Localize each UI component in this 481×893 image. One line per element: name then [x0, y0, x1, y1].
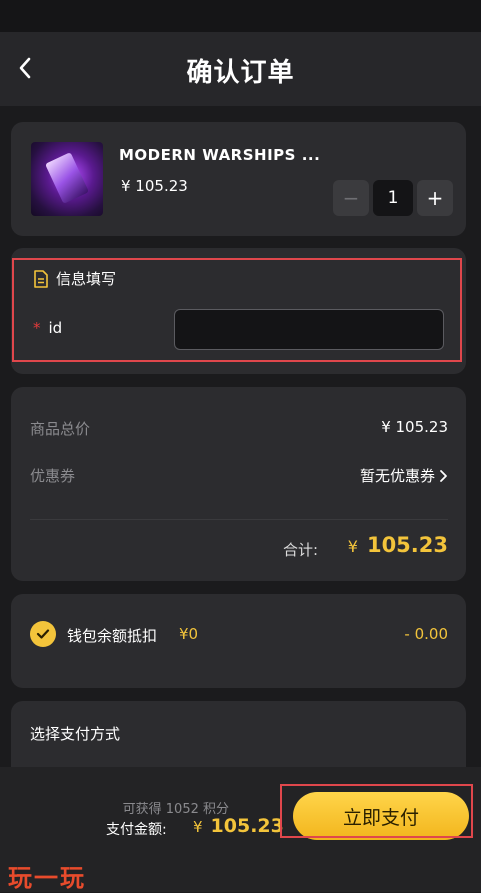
coupon-value: 暂无优惠券 — [359, 467, 435, 485]
divider — [30, 519, 448, 520]
info-header: 信息填写 — [33, 268, 116, 289]
total-value: ¥ 105.23 — [381, 418, 448, 436]
id-label: id — [48, 319, 63, 337]
sum-amount: ¥105.23 — [348, 533, 448, 557]
info-card: 信息填写 * id — [11, 248, 466, 374]
pay-now-button[interactable]: 立即支付 — [293, 792, 469, 840]
product-name: MODERN WARSHIPS ... — [119, 146, 321, 164]
watermark-logo: 玩一玩 — [8, 863, 86, 892]
product-card: MODERN WARSHIPS ... ¥ 105.23 − 1 + — [11, 122, 466, 236]
sum-label: 合计: — [283, 541, 319, 559]
coupon-label: 优惠券 — [30, 467, 76, 485]
info-title: 信息填写 — [56, 270, 117, 288]
id-label-row: * id — [33, 319, 62, 337]
payment-method-title: 选择支付方式 — [30, 725, 121, 743]
wallet-checkbox[interactable] — [30, 621, 56, 647]
document-icon — [34, 269, 48, 288]
pay-value: 105.23 — [210, 815, 284, 837]
wallet-card: 钱包余额抵扣 ¥0 - 0.00 — [11, 594, 466, 688]
product-price: ¥ 105.23 — [121, 177, 188, 195]
check-icon — [36, 629, 50, 639]
pay-amount: ¥105.23 — [193, 815, 284, 837]
sum-value: 105.23 — [366, 533, 448, 557]
sum-currency: ¥ — [347, 537, 358, 556]
wallet-balance: ¥0 — [179, 625, 199, 643]
wallet-deduction: - 0.00 — [404, 625, 448, 643]
pay-currency: ¥ — [193, 818, 203, 836]
quantity-stepper: − 1 + — [333, 180, 453, 216]
quantity-value[interactable]: 1 — [373, 180, 413, 216]
summary-card: 商品总价 ¥ 105.23 优惠券 暂无优惠券 合计: ¥105.23 — [11, 387, 466, 581]
page-title: 确认订单 — [186, 58, 295, 88]
status-strip — [0, 0, 481, 32]
decrease-button[interactable]: − — [333, 180, 369, 216]
id-input[interactable] — [174, 309, 444, 350]
product-thumbnail — [31, 142, 103, 216]
coupon-selector[interactable]: 暂无优惠券 — [360, 465, 448, 486]
increase-button[interactable]: + — [417, 180, 453, 216]
pay-amount-label: 支付金额: — [106, 822, 167, 838]
required-mark: * — [33, 319, 41, 337]
chevron-right-icon — [440, 469, 447, 482]
total-label: 商品总价 — [30, 420, 91, 438]
page-header: 确认订单 — [0, 32, 481, 106]
wallet-label: 钱包余额抵扣 — [67, 627, 158, 645]
